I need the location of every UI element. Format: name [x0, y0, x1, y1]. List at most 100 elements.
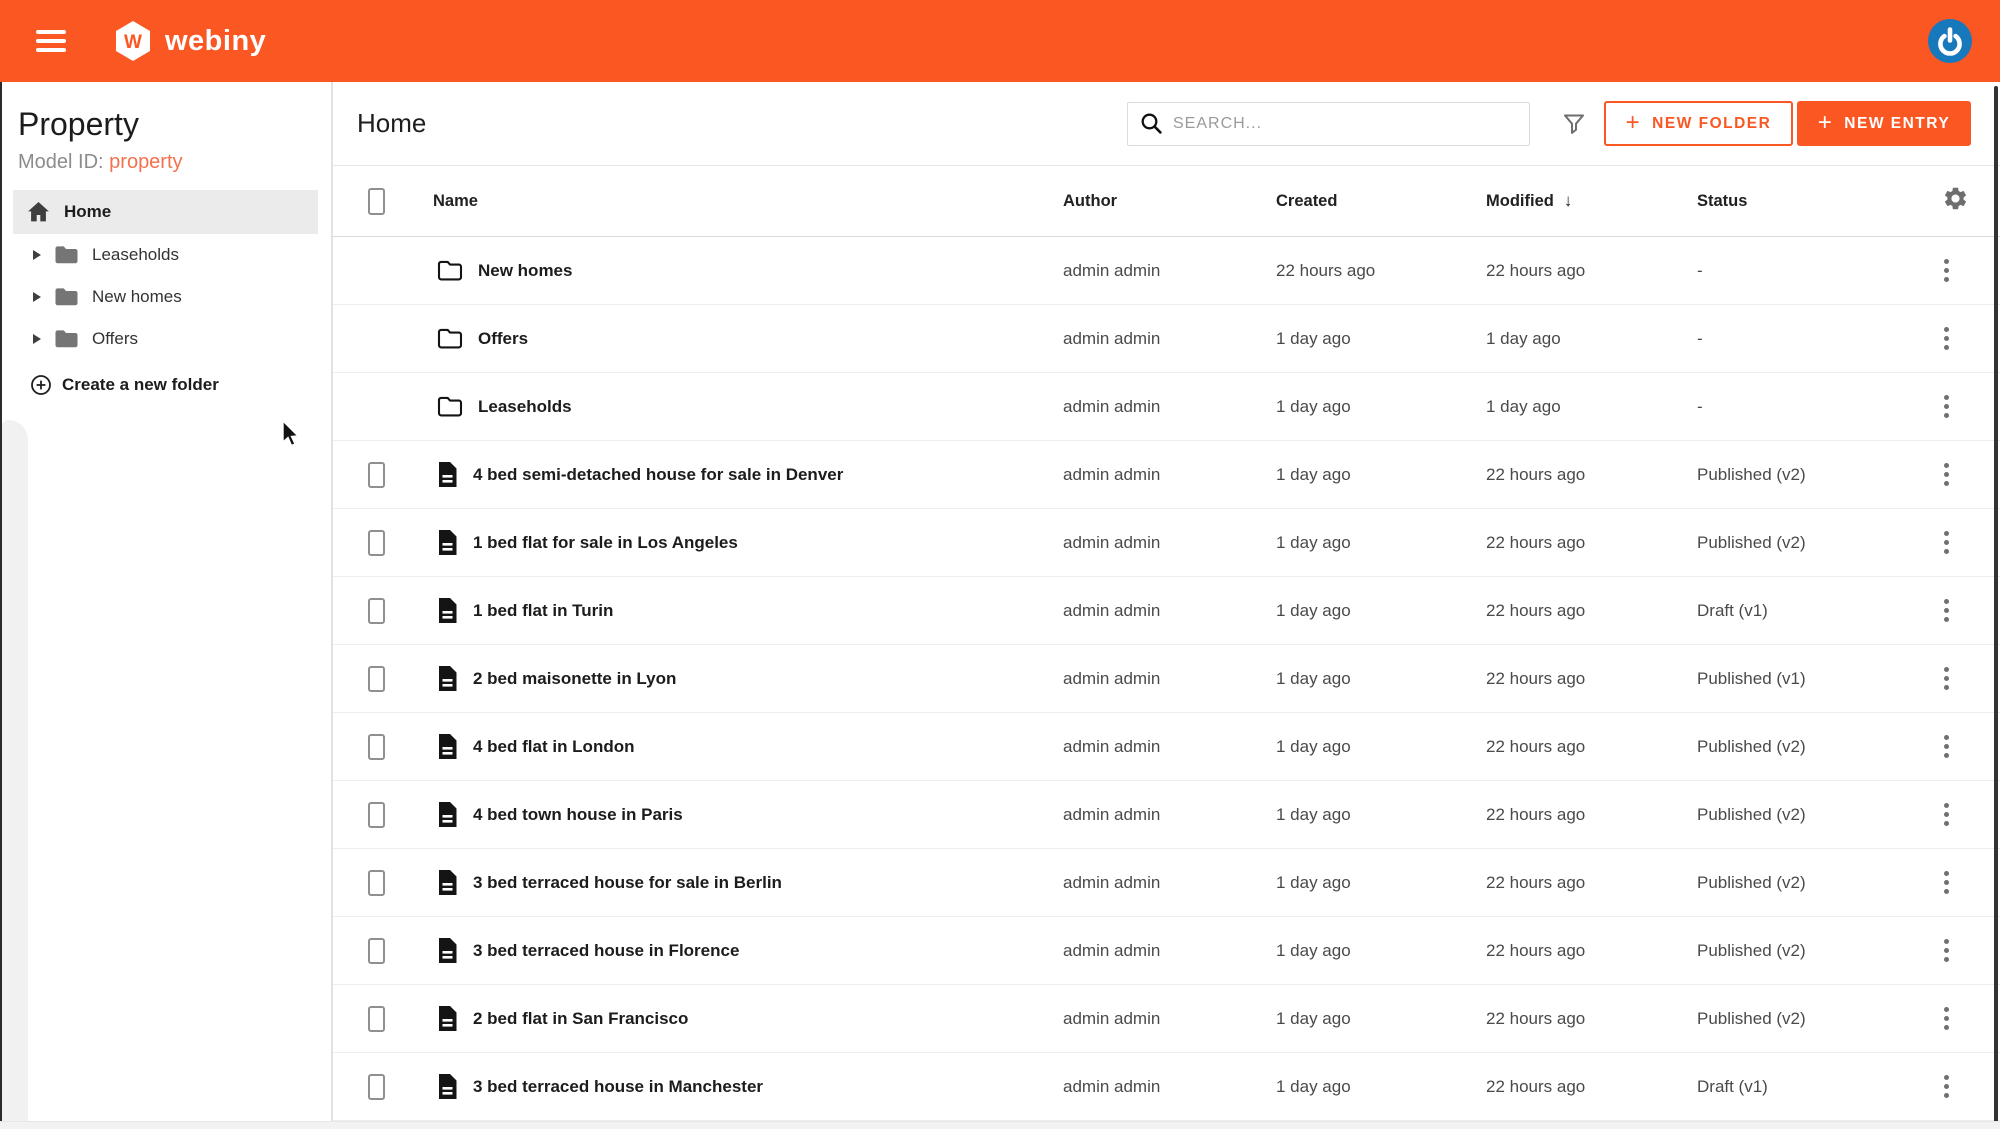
- row-actions-kebab-icon[interactable]: [1944, 733, 1950, 760]
- row-actions-kebab-icon[interactable]: [1944, 529, 1950, 556]
- row-name[interactable]: 2 bed flat in San Francisco: [473, 1009, 688, 1029]
- row-name[interactable]: 3 bed terraced house for sale in Berlin: [473, 873, 782, 893]
- row-checkbox[interactable]: [368, 665, 385, 692]
- row-created: 1 day ago: [1276, 668, 1351, 688]
- sidebar-folder-label: Leaseholds: [92, 245, 179, 264]
- model-id-label: Model ID:: [18, 151, 104, 173]
- row-checkbox[interactable]: [368, 597, 385, 624]
- table-row[interactable]: New homes admin admin 22 hours ago 22 ho…: [333, 237, 2000, 305]
- caret-right-icon[interactable]: [33, 334, 41, 344]
- row-author: admin admin: [1063, 1008, 1161, 1028]
- row-created: 1 day ago: [1276, 396, 1351, 416]
- row-checkbox[interactable]: [368, 1073, 385, 1100]
- search-box[interactable]: [1127, 101, 1530, 146]
- row-name[interactable]: New homes: [478, 261, 572, 281]
- table-row[interactable]: Offers admin admin 1 day ago 1 day ago -: [333, 305, 2000, 373]
- row-actions-kebab-icon[interactable]: [1944, 1073, 1950, 1100]
- table-row[interactable]: 1 bed flat for sale in Los Angeles admin…: [333, 509, 2000, 577]
- webiny-logo[interactable]: W webiny: [114, 20, 266, 62]
- table-row[interactable]: 1 bed flat in Turin admin admin 1 day ag…: [333, 577, 2000, 645]
- document-icon: [437, 665, 458, 692]
- row-modified: 1 day ago: [1486, 396, 1561, 416]
- row-status: Draft (v1): [1697, 1076, 1768, 1096]
- table-row[interactable]: 4 bed town house in Paris admin admin 1 …: [333, 781, 2000, 849]
- row-status: -: [1697, 260, 1703, 280]
- row-author: admin admin: [1063, 668, 1161, 688]
- sidebar-folder-item[interactable]: New homes: [0, 276, 331, 318]
- caret-right-icon[interactable]: [33, 250, 41, 260]
- table-row[interactable]: 2 bed maisonette in Lyon admin admin 1 d…: [333, 645, 2000, 713]
- row-checkbox[interactable]: [368, 461, 385, 488]
- new-entry-button[interactable]: + NEW ENTRY: [1797, 101, 1971, 146]
- row-name[interactable]: 4 bed semi-detached house for sale in De…: [473, 465, 843, 485]
- caret-right-icon[interactable]: [33, 292, 41, 302]
- row-name[interactable]: 1 bed flat in Turin: [473, 601, 613, 621]
- column-header-name[interactable]: Name: [433, 192, 1063, 211]
- document-icon: [437, 1005, 458, 1032]
- row-checkbox[interactable]: [368, 869, 385, 896]
- sidebar-folder-item[interactable]: Leaseholds: [0, 234, 331, 276]
- row-actions-kebab-icon[interactable]: [1944, 257, 1950, 284]
- row-status: Published (v2): [1697, 532, 1806, 552]
- model-id-link[interactable]: property: [109, 151, 182, 173]
- sidebar-item-home[interactable]: Home: [13, 190, 318, 234]
- user-avatar[interactable]: [1927, 18, 1973, 64]
- row-actions-kebab-icon[interactable]: [1944, 325, 1950, 352]
- folder-icon: [55, 246, 78, 264]
- table-row[interactable]: 3 bed terraced house in Manchester admin…: [333, 1053, 2000, 1121]
- column-header-created[interactable]: Created: [1276, 192, 1486, 211]
- folder-tree: Home Leaseholds New homes Offers Create …: [0, 190, 331, 406]
- sidebar: Property Model ID: property Home Leaseho…: [0, 82, 333, 1129]
- row-author: admin admin: [1063, 872, 1161, 892]
- vertical-scrollbar[interactable]: [1994, 86, 1998, 1129]
- row-name[interactable]: Offers: [478, 329, 528, 349]
- table-row[interactable]: 3 bed terraced house for sale in Berlin …: [333, 849, 2000, 917]
- table-row[interactable]: 4 bed semi-detached house for sale in De…: [333, 441, 2000, 509]
- row-modified: 22 hours ago: [1486, 260, 1586, 280]
- search-input[interactable]: [1173, 114, 1503, 133]
- row-actions-kebab-icon[interactable]: [1944, 937, 1950, 964]
- column-header-author[interactable]: Author: [1063, 192, 1276, 211]
- row-created: 1 day ago: [1276, 464, 1351, 484]
- row-actions-kebab-icon[interactable]: [1944, 801, 1950, 828]
- column-header-status[interactable]: Status: [1697, 192, 1913, 211]
- row-actions-kebab-icon[interactable]: [1944, 597, 1950, 624]
- document-icon: [437, 597, 458, 624]
- row-checkbox[interactable]: [368, 733, 385, 760]
- row-checkbox[interactable]: [368, 1005, 385, 1032]
- document-icon: [437, 529, 458, 556]
- row-name[interactable]: 3 bed terraced house in Florence: [473, 941, 739, 961]
- row-actions-kebab-icon[interactable]: [1944, 869, 1950, 896]
- row-checkbox[interactable]: [368, 937, 385, 964]
- row-modified: 22 hours ago: [1486, 940, 1586, 960]
- row-created: 1 day ago: [1276, 872, 1351, 892]
- column-header-modified[interactable]: Modified ↓: [1486, 191, 1697, 211]
- table-row[interactable]: Leaseholds admin admin 1 day ago 1 day a…: [333, 373, 2000, 441]
- filter-icon[interactable]: [1561, 111, 1587, 137]
- table-row[interactable]: 4 bed flat in London admin admin 1 day a…: [333, 713, 2000, 781]
- row-name[interactable]: 1 bed flat for sale in Los Angeles: [473, 533, 738, 553]
- table-row[interactable]: 2 bed flat in San Francisco admin admin …: [333, 985, 2000, 1053]
- row-checkbox[interactable]: [368, 529, 385, 556]
- row-name[interactable]: 2 bed maisonette in Lyon: [473, 669, 676, 689]
- row-actions-kebab-icon[interactable]: [1944, 461, 1950, 488]
- table-row[interactable]: 3 bed terraced house in Florence admin a…: [333, 917, 2000, 985]
- bottom-overflow-strip: [0, 1121, 2000, 1129]
- hamburger-menu-icon[interactable]: [36, 30, 66, 52]
- table-settings-gear-icon[interactable]: [1942, 185, 1969, 212]
- drawer-edge-decoration: [2, 420, 28, 1129]
- create-folder-button[interactable]: Create a new folder: [0, 364, 331, 406]
- row-checkbox[interactable]: [368, 801, 385, 828]
- document-icon: [437, 733, 458, 760]
- row-actions-kebab-icon[interactable]: [1944, 1005, 1950, 1032]
- row-name[interactable]: 4 bed town house in Paris: [473, 805, 683, 825]
- search-icon: [1141, 113, 1162, 134]
- row-actions-kebab-icon[interactable]: [1944, 665, 1950, 692]
- row-name[interactable]: Leaseholds: [478, 397, 572, 417]
- row-name[interactable]: 3 bed terraced house in Manchester: [473, 1077, 763, 1097]
- new-folder-button[interactable]: + NEW FOLDER: [1604, 101, 1793, 146]
- sidebar-folder-item[interactable]: Offers: [0, 318, 331, 360]
- select-all-checkbox[interactable]: [368, 187, 385, 215]
- row-name[interactable]: 4 bed flat in London: [473, 737, 634, 757]
- row-actions-kebab-icon[interactable]: [1944, 393, 1950, 420]
